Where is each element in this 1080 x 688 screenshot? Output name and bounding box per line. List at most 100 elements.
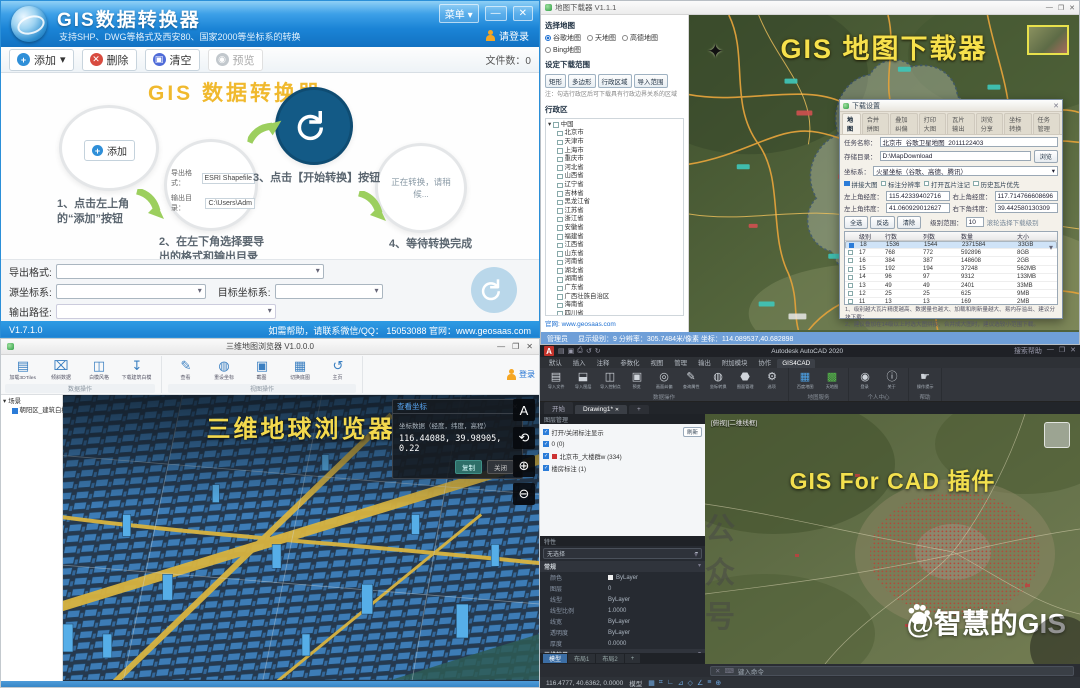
tree-expand-icon[interactable]: ▾ [548,121,551,130]
viewcube[interactable] [1044,422,1070,448]
region-tree-item[interactable]: 吉林省 [548,190,681,199]
ribbon-button[interactable]: ▣截图 [244,356,280,384]
dialog-checkbox[interactable]: 历史瓦片优先 [973,179,1020,189]
units-icon[interactable]: ⊕ [715,679,721,687]
layer-row[interactable]: 北京市_大楼群w (334) [543,450,702,462]
checkbox-icon[interactable] [543,441,549,447]
region-tree-item[interactable]: 广东省 [548,284,681,293]
maximize-button[interactable]: ❐ [1059,346,1065,356]
osnap-icon[interactable]: ◇ [688,679,693,687]
property-row[interactable]: 线型ByLayer [540,594,705,605]
minimize-button[interactable]: — [485,6,507,21]
ribbon-button[interactable]: ↺主页 [320,356,356,384]
checkbox-icon[interactable] [557,131,563,137]
checkbox-icon[interactable] [557,303,563,309]
layout-tab[interactable]: 模型 [543,654,567,663]
viewport-label[interactable]: [俯视][二维线框] [711,417,757,427]
property-row[interactable]: 颜色ByLayer [540,572,705,583]
checkbox-icon[interactable] [844,181,850,187]
range-button[interactable]: 导入范围 [634,74,668,88]
layer-row[interactable]: 打开/关闭标注显示刷新 [543,426,702,438]
dialog-tab[interactable]: 合并拼图 [862,113,889,134]
ribbon-tab-插入[interactable]: 插入 [568,357,591,368]
file-tab-add[interactable]: + [629,405,649,414]
minimize-button[interactable]: — [497,342,505,351]
login-button[interactable]: 登录 [507,356,535,393]
layout-tab[interactable]: + [625,654,641,663]
ortho-icon[interactable]: ∟ [667,679,674,687]
rt-lng-input[interactable]: 117.714766608696 [995,191,1059,201]
region-tree-item[interactable]: 安徽省 [548,224,681,233]
checkbox-icon[interactable] [557,294,563,300]
checkbox-icon[interactable] [557,277,563,283]
table-row[interactable]: 134949240133MB [845,282,1057,290]
ribbon-button[interactable]: ▣预览 [624,368,650,393]
selection-dropdown[interactable]: 无选择▾ [543,548,702,559]
save-icon[interactable]: ▣ [568,347,575,355]
property-section-header[interactable]: 常规▾ [540,561,705,572]
checkbox-icon[interactable] [557,225,563,231]
selection-button[interactable]: 全选 [844,216,868,229]
ribbon-tab-参数化[interactable]: 参数化 [615,357,644,368]
reset-view-button[interactable]: ⟲ [513,427,535,449]
property-row[interactable]: 线宽ByLayer [540,616,705,627]
layout-tab[interactable]: 布局1 [568,654,595,663]
checkbox-icon[interactable] [12,408,18,414]
save-dir-input[interactable]: D:\MapDownload [880,151,1031,161]
table-row[interactable]: 1496979312133MB [845,274,1057,282]
dialog-tab[interactable]: 地图 [842,113,861,134]
level-select[interactable]: 10 [966,217,984,227]
region-tree-item[interactable]: 河南省 [548,258,681,267]
ribbon-tab-协作[interactable]: 协作 [753,357,776,368]
overview-minimap[interactable] [1027,25,1069,55]
downloader-map-canvas[interactable]: GIS 地图下载器 ✦ 下载设置 ✕ 地图合并拼图叠加纠偏打印大图瓦片输出浏览分… [689,15,1079,332]
ribbon-button[interactable]: ▦百度地图 [792,368,818,393]
ribbon-button[interactable]: ✎查看 [168,356,204,384]
add-button[interactable]: +添加▾ [9,49,74,71]
print-icon[interactable]: ⎙ [577,347,583,355]
region-tree-item[interactable]: 海南省 [548,301,681,310]
lt-lng-input[interactable]: 115.42339402716 [886,191,950,201]
region-tree-item[interactable]: 广西壮族自治区 [548,293,681,302]
minimize-button[interactable]: — [1046,4,1053,12]
property-row[interactable]: 厚度0.0000 [540,638,705,649]
checkbox-icon[interactable] [543,465,549,471]
website-link[interactable]: 官网: www.geosaas.com [545,316,684,329]
region-tree-item[interactable]: 浙江省 [548,215,681,224]
lt-lat-input[interactable]: 41.060929012627 [886,203,950,213]
checkbox-icon[interactable] [557,140,563,146]
map-source-option[interactable]: 天地图 [587,33,616,43]
checkbox-icon[interactable] [557,191,563,197]
export-format-select[interactable] [56,264,324,279]
ribbon-button[interactable]: ⓘ关于 [879,368,905,393]
ribbon-tab-管理[interactable]: 管理 [669,357,692,368]
ribbon-button[interactable]: ⬣图面管理 [732,368,758,393]
maximize-button[interactable]: ❐ [512,342,519,351]
checkbox-icon[interactable] [557,243,563,249]
ribbon-button[interactable]: ↧下载建筑白模 [119,356,155,384]
checkbox-icon[interactable] [848,299,853,304]
table-row[interactable]: 1113131692MB [845,298,1057,305]
start-convert-button[interactable]: ⟳ [471,267,517,313]
dialog-tab[interactable]: 叠加纠偏 [890,113,917,134]
dialog-checkbox[interactable]: 打开瓦片注记 [924,179,971,189]
ribbon-button[interactable]: ⌧倾斜数据 [43,356,79,384]
range-button[interactable]: 矩形 [545,74,566,88]
rb-lat-input[interactable]: 39.442580130309 [995,203,1059,213]
checkbox-icon[interactable] [557,148,563,154]
lineweight-icon[interactable]: ≡ [707,679,711,687]
label-tool-button[interactable]: A [513,399,535,421]
close-button[interactable]: ✕ [1069,4,1075,12]
checkbox-icon[interactable] [557,217,563,223]
output-path-input[interactable] [56,304,276,319]
map-source-option[interactable]: 谷歌地图 [545,33,581,43]
copy-button[interactable]: 复制 [455,460,482,474]
delete-button[interactable]: ✕删除 [82,49,137,71]
range-button[interactable]: 多边形 [568,74,596,88]
dialog-tab[interactable]: 坐标转换 [1004,113,1031,134]
checkbox-icon[interactable] [848,283,853,288]
ribbon-button[interactable]: ▤导入文件 [543,368,569,393]
track-icon[interactable]: ∠ [697,679,703,687]
close-button[interactable]: 关闭 [487,460,514,474]
table-row[interactable]: 1519219437248562MB [845,266,1057,274]
